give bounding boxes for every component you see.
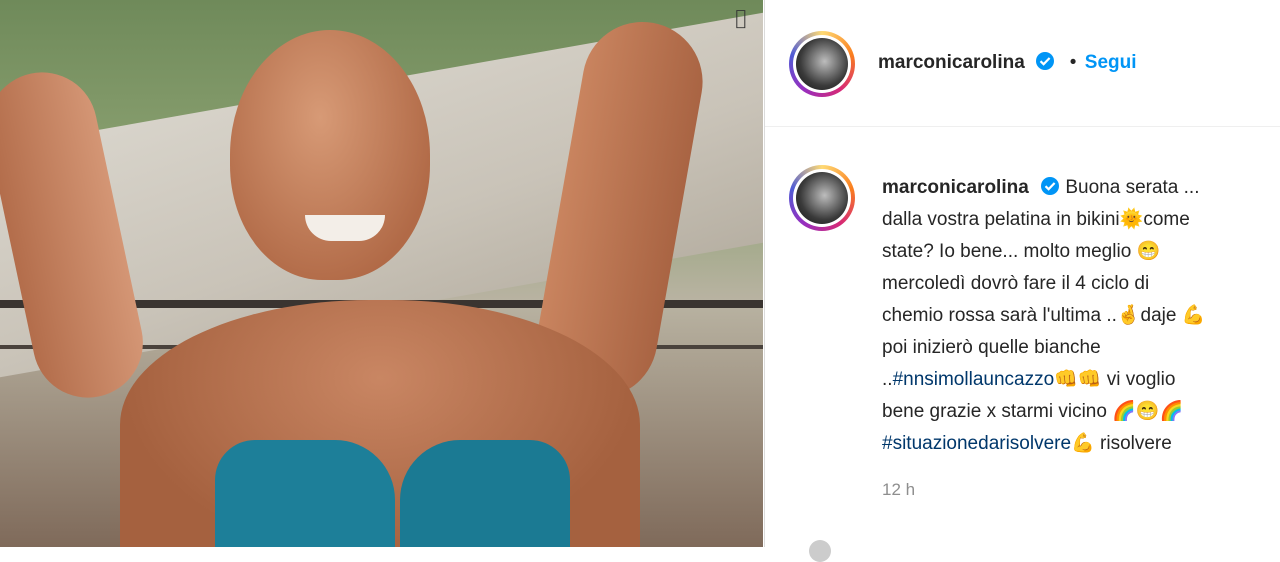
photo-bikini-left [215, 440, 395, 547]
verified-badge-icon [1036, 52, 1055, 70]
caption-text: dalla vostra pelatina in bikini [882, 209, 1120, 230]
caption-line: state? Io bene... molto meglio 😁 [882, 236, 1280, 268]
caption-text: risolvere [1100, 433, 1172, 454]
caption-line: dalla vostra pelatina in bikini🌞come [882, 204, 1280, 236]
caption-text: come [1143, 209, 1190, 230]
next-comment-avatar [809, 540, 831, 562]
fist-icon: 👊 [1054, 369, 1078, 390]
author-avatar[interactable] [789, 31, 855, 97]
follow-button[interactable]: Segui [1085, 52, 1137, 73]
rainbow-icon: 🌈 [1112, 401, 1136, 422]
post-timestamp[interactable]: 12 h [882, 480, 915, 500]
caption-line: chemio rossa sarà l'ultima ..🤞daje 💪 [882, 300, 1280, 332]
flexed-biceps-icon: 💪 [1181, 305, 1206, 326]
caption-line: marconicarolina Buona serata ... [882, 172, 1280, 204]
caption-line: mercoledì dovrò fare il 4 ciclo di [882, 268, 1280, 300]
caption-line: #situazionedarisolvere💪 risolvere [882, 428, 1280, 460]
caption-text: poi inizierò quelle bianche [882, 337, 1101, 358]
sun-icon: 🌞 [1119, 209, 1144, 230]
caption-text: vi voglio [1106, 369, 1176, 390]
post-header: marconicarolina • Segui [765, 0, 1280, 127]
author-username[interactable]: marconicarolina [878, 52, 1025, 73]
crossed-fingers-icon: 🤞 [1116, 305, 1141, 326]
caption-text: daje [1140, 305, 1177, 326]
caption-text: .. [882, 369, 893, 390]
author-row: marconicarolina • Segui [878, 51, 1137, 74]
caption-line: bene grazie x starmi vicino 🌈😁🌈 [882, 396, 1280, 428]
post-caption: marconicarolina Buona serata ... dalla v… [882, 172, 1280, 460]
post-side-panel: marconicarolina • Segui marconicarolina … [764, 0, 1280, 562]
hashtag-link[interactable]: #situazionedarisolvere [882, 433, 1071, 454]
caption-author-avatar[interactable] [789, 165, 855, 231]
caption-line: ..#nnsimollauncazzo👊👊 vi voglio [882, 364, 1280, 396]
rainbow-icon: 🌈 [1159, 401, 1184, 422]
grinning-face-icon: 😁 [1136, 241, 1161, 262]
fist-icon: 👊 [1077, 369, 1102, 390]
caption-text: chemio rossa sarà l'ultima .. [882, 305, 1117, 326]
caption-username[interactable]: marconicarolina [882, 177, 1029, 198]
frame-corner-icon: ⌷ [733, 4, 749, 34]
photo-bikini-right [400, 440, 570, 547]
post-photo[interactable]: ⌷ [0, 0, 763, 547]
separator-dot: • [1069, 52, 1077, 73]
photo-head [230, 30, 430, 280]
caption-line: poi inizierò quelle bianche [882, 332, 1280, 364]
caption-text: mercoledì dovrò fare il 4 ciclo di [882, 273, 1150, 294]
caption-text: Buona serata ... [1065, 177, 1200, 198]
caption-text: state? Io bene... molto meglio [882, 241, 1132, 262]
verified-badge-icon [1041, 177, 1060, 195]
flexed-biceps-icon: 💪 [1071, 433, 1095, 454]
hashtag-link[interactable]: #nnsimollauncazzo [893, 369, 1055, 390]
grinning-face-icon: 😁 [1135, 401, 1160, 422]
caption-text: bene grazie x starmi vicino [882, 401, 1107, 422]
